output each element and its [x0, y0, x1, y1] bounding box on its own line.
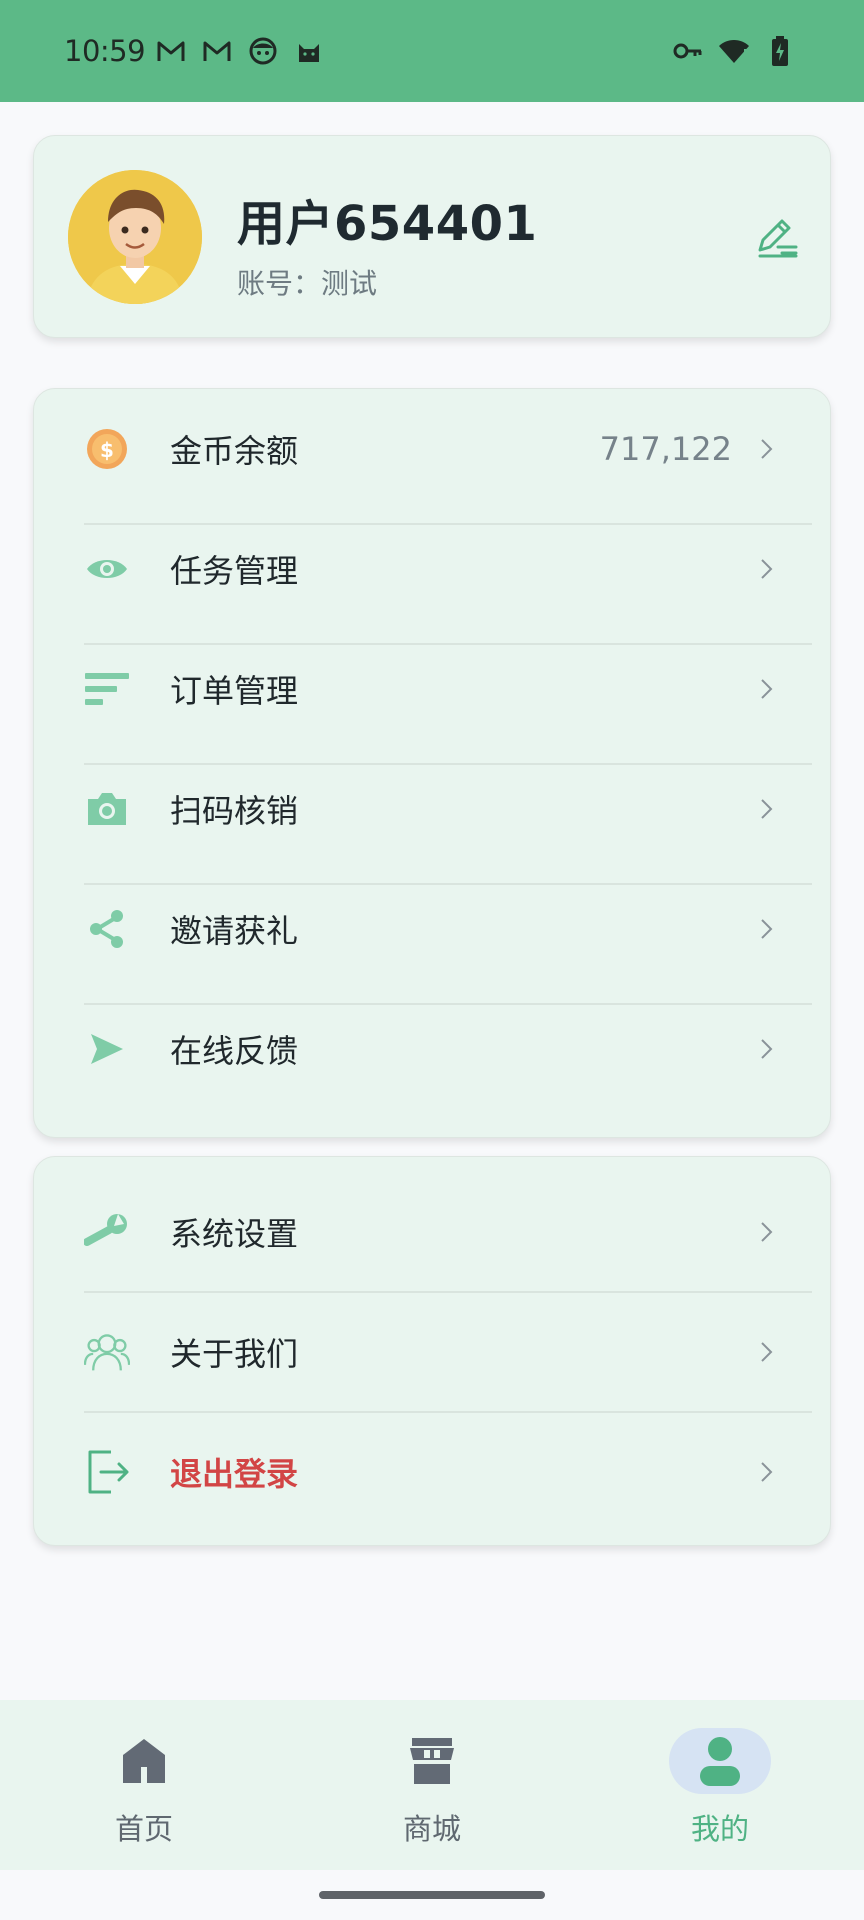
chevron-right-icon: [758, 557, 774, 581]
chevron-right-icon: [758, 1340, 774, 1364]
chevron-right-icon: [758, 1037, 774, 1061]
home-indicator[interactable]: [319, 1891, 545, 1899]
status-bar: 10:59: [0, 0, 864, 102]
menu-item-label: 订单管理: [170, 672, 299, 710]
nav-tab-home[interactable]: 首页: [64, 1700, 224, 1870]
profile-username: 用户654401: [237, 196, 538, 252]
chevron-right-icon: [758, 1220, 774, 1244]
profile-card: 用户654401 账号：测试: [33, 135, 831, 338]
menu-item-logout[interactable]: 退出登录: [34, 1412, 832, 1532]
share-icon: [84, 906, 130, 952]
menu-item-scan-verify[interactable]: 扫码核销: [34, 749, 832, 869]
wrench-icon: [84, 1209, 130, 1255]
nav-tab-store[interactable]: 商城: [352, 1700, 512, 1870]
person-icon: [669, 1728, 771, 1794]
chevron-right-icon: [758, 1460, 774, 1484]
menu-item-label: 扫码核销: [170, 792, 299, 830]
gmail-icon: [201, 35, 233, 67]
status-time: 10:59: [64, 34, 146, 68]
nav-tab-mine[interactable]: 我的: [640, 1700, 800, 1870]
menu-item-about-us[interactable]: 关于我们: [34, 1292, 832, 1412]
home-icon: [93, 1728, 195, 1794]
menu-item-invite-gift[interactable]: 邀请获礼: [34, 869, 832, 989]
chevron-right-icon: [758, 917, 774, 941]
menu-item-label: 任务管理: [170, 552, 299, 590]
nav-label: 我的: [690, 1812, 749, 1846]
user-avatar[interactable]: [68, 170, 202, 304]
chevron-right-icon: [758, 797, 774, 821]
logout-label: 退出登录: [170, 1455, 299, 1493]
nav-label: 商城: [402, 1812, 461, 1846]
store-icon: [381, 1728, 483, 1794]
chevron-right-icon: [758, 437, 774, 461]
nav-label: 首页: [114, 1812, 173, 1846]
wifi-icon: [718, 35, 750, 67]
menu-item-label: 关于我们: [170, 1335, 299, 1373]
coin-icon: $: [84, 426, 130, 472]
key-icon: [672, 35, 704, 67]
menu-item-coin-balance[interactable]: $ 金币余额 717,122: [34, 389, 832, 509]
chevron-right-icon: [758, 677, 774, 701]
eye-icon: [84, 546, 130, 592]
menu-card-secondary: 系统设置 关于我们 退出登录: [33, 1156, 831, 1546]
menu-card-primary: $ 金币余额 717,122 任务管理 订单管理 扫码核销 邀请获礼 在线反馈: [33, 388, 831, 1138]
svg-text:$: $: [100, 438, 114, 462]
logout-icon: [84, 1449, 130, 1495]
menu-item-order-management[interactable]: 订单管理: [34, 629, 832, 749]
cat-icon: [293, 35, 325, 67]
list-icon: [84, 666, 130, 712]
group-icon: [84, 1329, 130, 1375]
menu-item-label: 在线反馈: [170, 1032, 299, 1070]
menu-item-online-feedback[interactable]: 在线反馈: [34, 989, 832, 1109]
menu-item-label: 邀请获礼: [170, 912, 299, 950]
battery-charging-icon: [764, 35, 796, 67]
menu-item-label: 系统设置: [170, 1215, 299, 1253]
bottom-nav: 首页 商城 我的: [0, 1700, 864, 1870]
camera-icon: [84, 786, 130, 832]
menu-item-task-management[interactable]: 任务管理: [34, 509, 832, 629]
gmail-icon: [155, 35, 187, 67]
edit-icon[interactable]: [752, 214, 800, 262]
menu-item-label: 金币余额: [170, 432, 299, 470]
coin-balance-value: 717,122: [599, 430, 732, 468]
face-icon: [247, 35, 279, 67]
send-icon: [84, 1026, 130, 1072]
profile-account: 账号：测试: [237, 267, 378, 300]
menu-item-system-settings[interactable]: 系统设置: [34, 1172, 832, 1292]
